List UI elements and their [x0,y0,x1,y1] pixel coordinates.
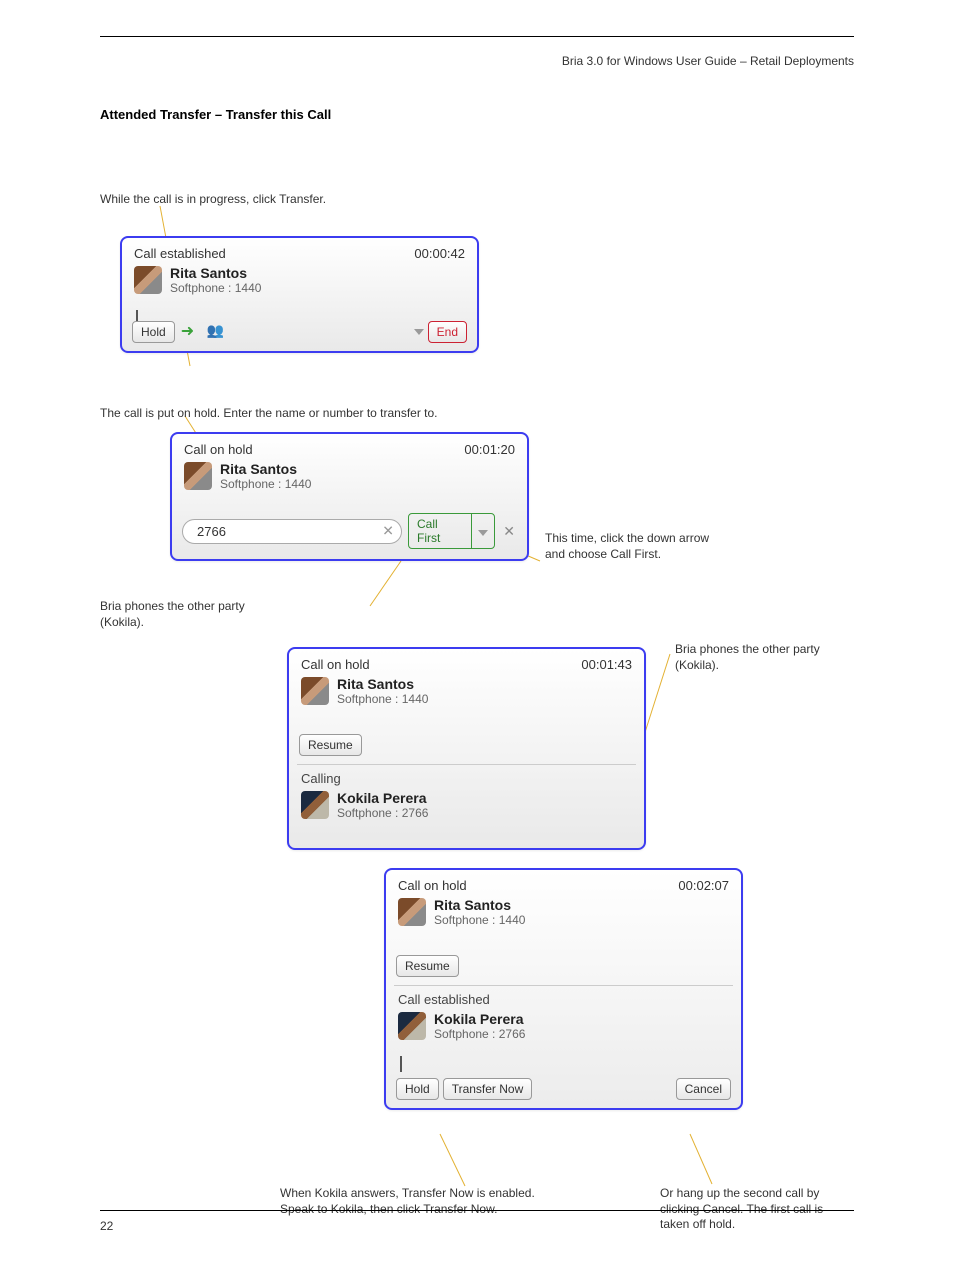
call-first-button[interactable]: Call First [408,513,495,549]
annotation-line: When Kokila answers, Transfer Now is ena… [280,1186,535,1202]
contact-name: Rita Santos [337,676,428,692]
contact-name: Rita Santos [434,897,525,913]
avatar [398,898,426,926]
transfer-icon[interactable] [179,323,201,341]
annotation-click-transfer: While the call is in progress, click Tra… [100,192,326,208]
caret-icon [400,1056,402,1072]
annotation-bria-phones: Bria phones the other party (Kokila). [100,599,245,630]
call-panel-on-hold-dial: Call on hold 00:01:20 Rita Santos Softph… [170,432,529,561]
annotation-line: Bria phones the other party [675,642,820,658]
call-panel-transfer-now: Call on hold 00:02:07 Rita Santos Softph… [384,868,743,1110]
resume-button[interactable]: Resume [396,955,459,977]
cancel-button[interactable]: Cancel [676,1078,731,1100]
page-number: 22 [100,1219,113,1233]
contact-subtitle: Softphone : 2766 [434,1027,525,1041]
status-label: Call on hold [398,878,467,893]
annotation-line: (Kokila). [100,615,245,631]
annotation-line: Or hang up the second call by [660,1186,823,1202]
annotation-transfer-now: When Kokila answers, Transfer Now is ena… [280,1186,535,1217]
avatar [301,791,329,819]
contact-subtitle: Softphone : 1440 [337,692,428,706]
contact-subtitle: Softphone : 1440 [434,913,525,927]
call-panel-established: Call established 00:00:42 Rita Santos So… [120,236,479,353]
timer-label: 00:02:07 [678,878,729,893]
resume-button[interactable]: Resume [299,734,362,756]
clear-input-icon[interactable]: ✕ [382,523,394,540]
contact-name: Kokila Perera [337,790,428,806]
header-text: Bria 3.0 for Windows User Guide – Retail… [562,54,854,68]
timer-label: 00:01:43 [581,657,632,672]
transfer-now-button[interactable]: Transfer Now [443,1078,533,1100]
timer-label: 00:01:20 [464,442,515,457]
secondary-status: Call established [386,986,741,1007]
contact-subtitle: Softphone : 1440 [170,281,261,295]
annotation-line: (Kokila). [675,658,820,674]
annotation-enter-number: The call is put on hold. Enter the name … [100,406,438,422]
contact-name: Rita Santos [220,461,311,477]
annotation-call-first: This time, click the down arrow and choo… [545,531,709,562]
status-label: Call established [134,246,226,261]
top-rule [100,36,854,37]
avatar [301,677,329,705]
conference-icon[interactable] [205,323,227,341]
avatar [184,462,212,490]
contact-name: Kokila Perera [434,1011,525,1027]
section-heading: Attended Transfer – Transfer this Call [100,107,954,122]
annotation-line: and choose Call First. [545,547,709,563]
hold-button[interactable]: Hold [396,1078,439,1100]
status-label: Call on hold [184,442,253,457]
secondary-status: Calling [289,765,644,786]
avatar [398,1012,426,1040]
footer-rule [100,1210,854,1211]
avatar [134,266,162,294]
annotation-phone-party: Bria phones the other party (Kokila). [675,642,820,673]
chevron-down-icon[interactable] [414,329,424,335]
contact-subtitle: Softphone : 1440 [220,477,311,491]
hold-button[interactable]: Hold [132,321,175,343]
contact-subtitle: Softphone : 2766 [337,806,428,820]
annotation-line: This time, click the down arrow [545,531,709,547]
status-label: Call on hold [301,657,370,672]
dial-input[interactable] [182,519,402,544]
call-panel-calling: Call on hold 00:01:43 Rita Santos Softph… [287,647,646,850]
end-button[interactable]: End [428,321,467,343]
timer-label: 00:00:42 [414,246,465,261]
chevron-down-icon[interactable] [478,530,488,536]
call-first-label: Call First [409,514,472,548]
contact-name: Rita Santos [170,265,261,281]
annotation-line: Bria phones the other party [100,599,245,615]
cancel-transfer-icon[interactable]: ✕ [501,523,517,540]
